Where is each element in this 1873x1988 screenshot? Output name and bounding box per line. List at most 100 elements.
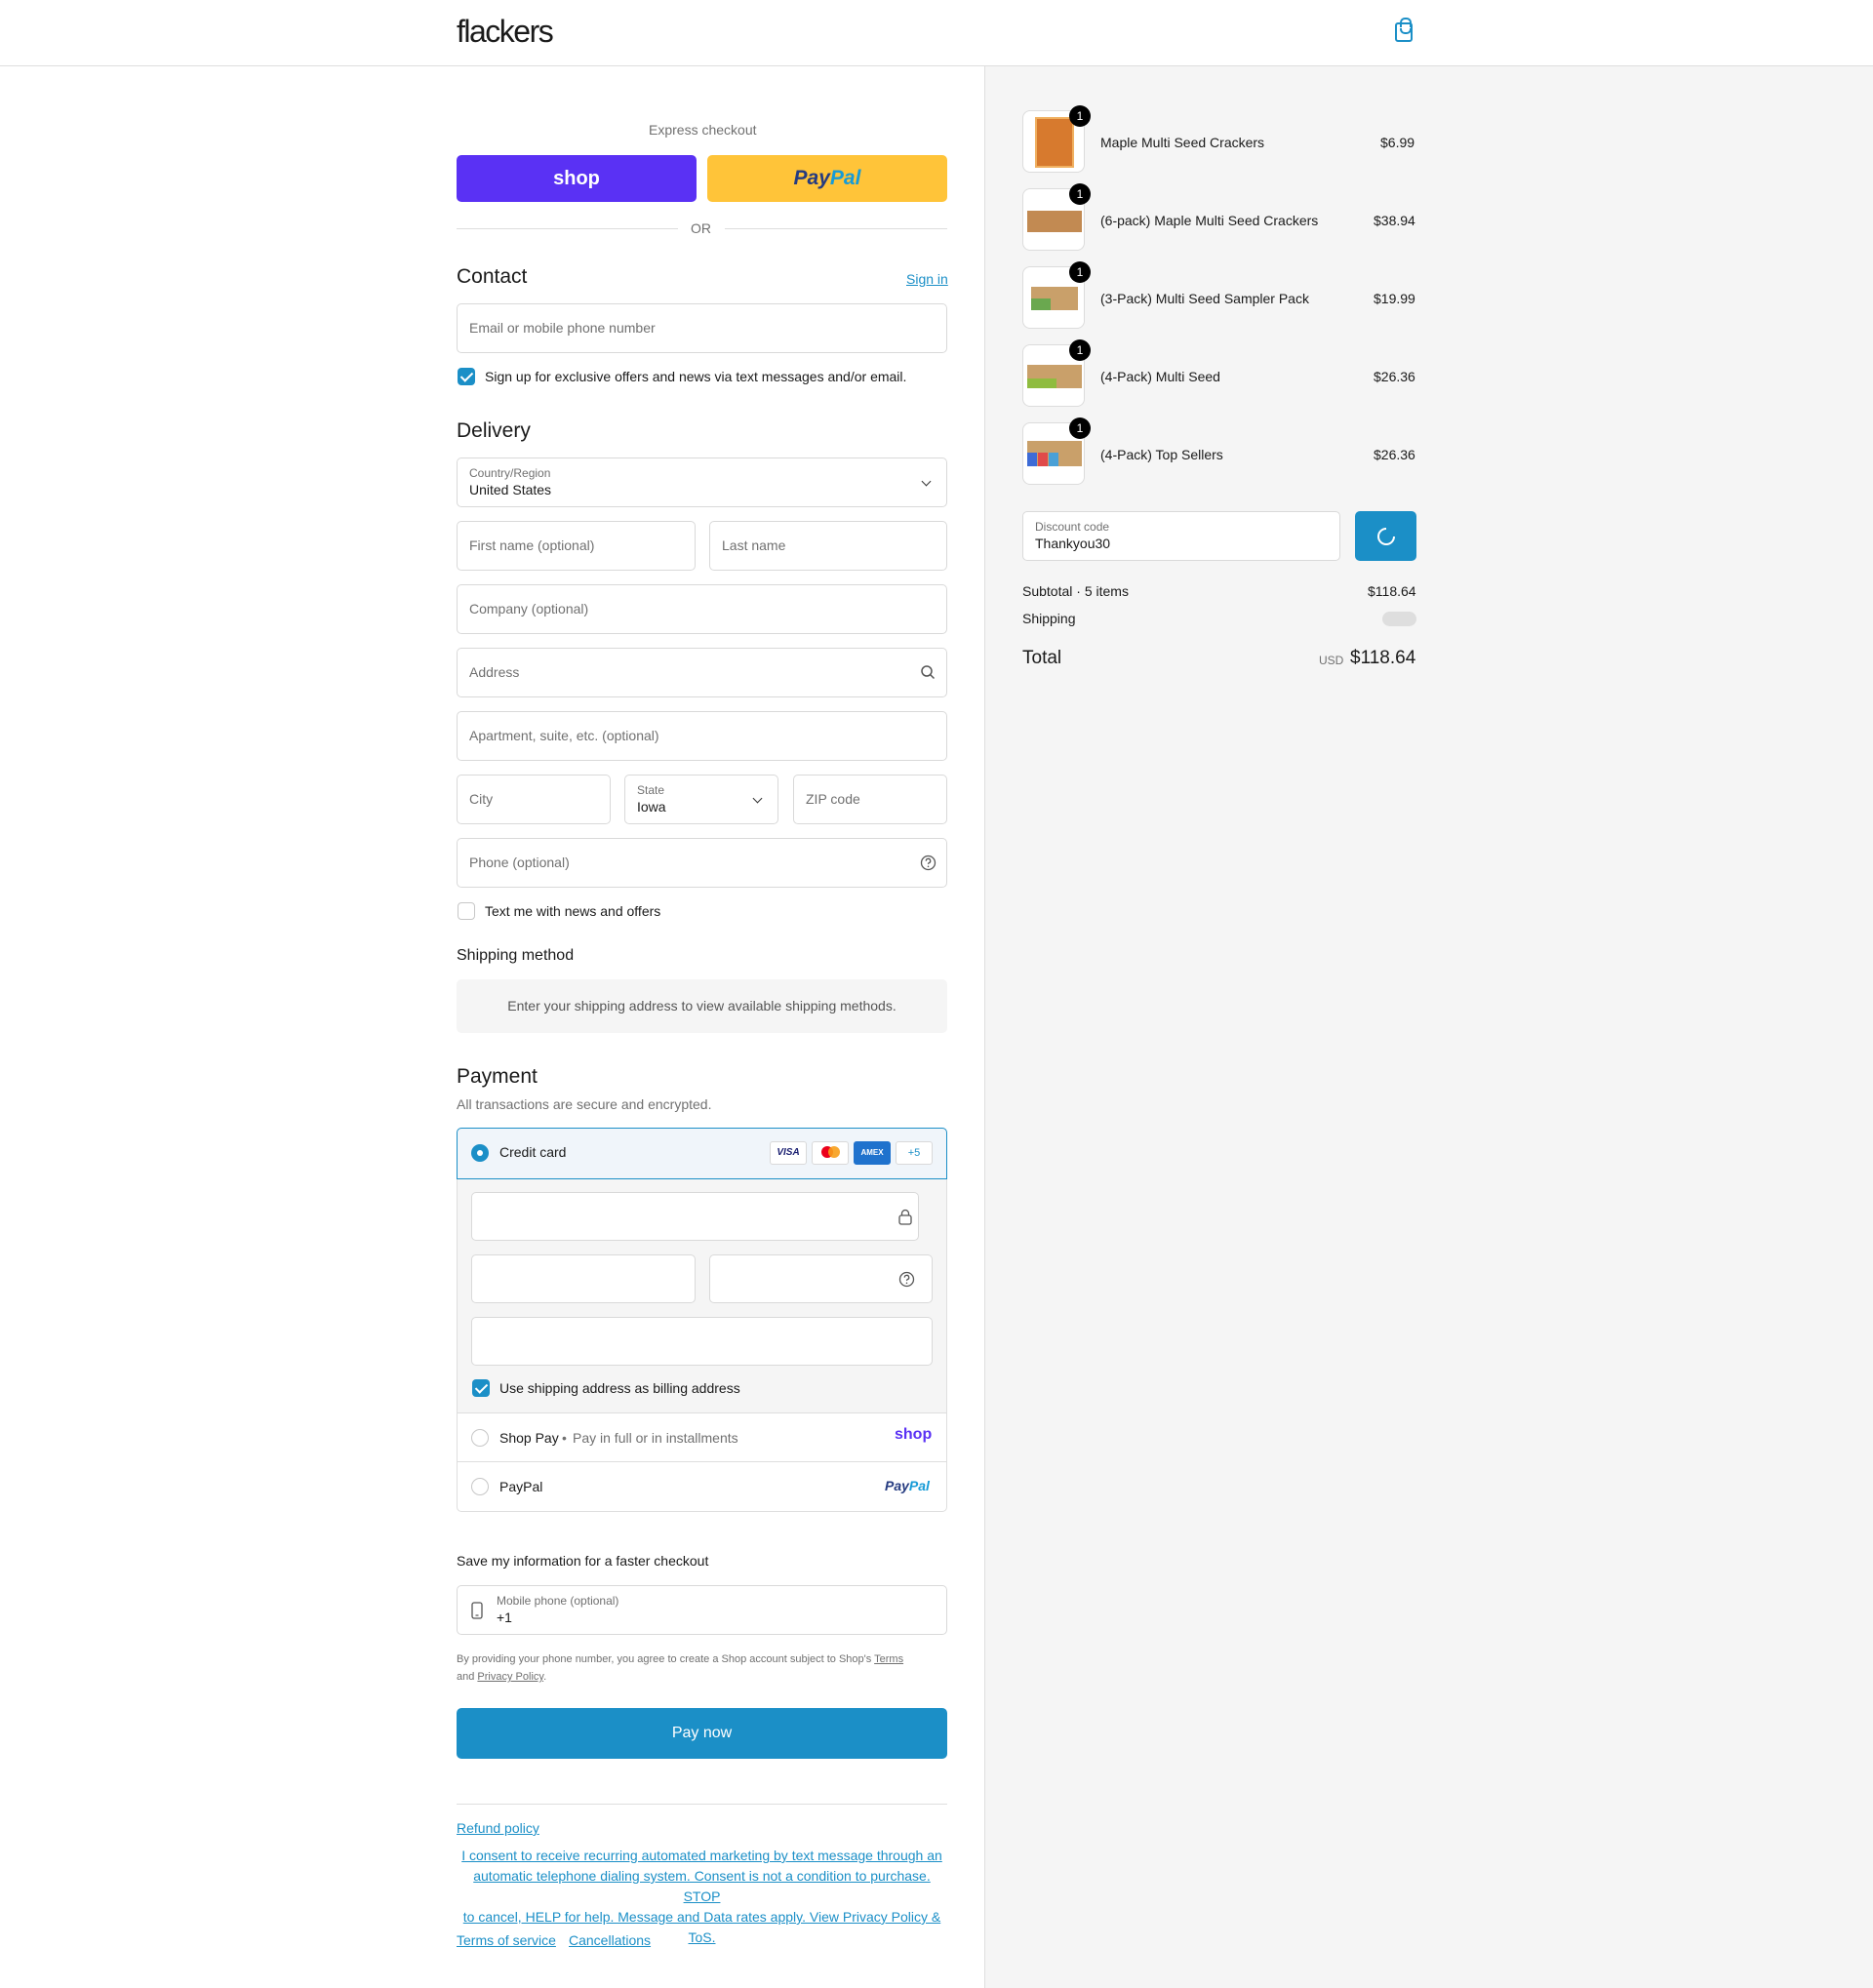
mastercard-icon (812, 1141, 849, 1165)
lock-icon (898, 1209, 912, 1225)
company-placeholder: Company (optional) (469, 601, 589, 616)
help-icon[interactable] (920, 855, 936, 871)
phone-field[interactable]: Phone (optional) (457, 838, 947, 888)
sign-in-link[interactable]: Sign in (906, 271, 948, 287)
quantity-badge: 1 (1069, 339, 1091, 361)
shop-terms-link[interactable]: Terms (874, 1653, 903, 1665)
footer-divider (457, 1804, 947, 1805)
country-select[interactable]: Country/Region United States (457, 457, 947, 507)
order-summary (984, 66, 1873, 1988)
email-placeholder: Email or mobile phone number (469, 320, 656, 336)
text-me-checkbox[interactable] (458, 902, 475, 920)
mobile-phone-field[interactable]: Mobile phone (optional) +1 (457, 1585, 947, 1635)
first-name-field[interactable]: First name (optional) (457, 521, 696, 571)
consent-line: I consent to receive recurring automated… (461, 1848, 942, 1863)
city-placeholder: City (469, 791, 494, 807)
shop-logo: shop (553, 168, 600, 189)
address-field[interactable]: Address (457, 648, 947, 697)
divider-right (725, 228, 947, 229)
mobile-phone-icon (471, 1602, 483, 1619)
pay-now-button[interactable]: Pay now (457, 1708, 947, 1759)
discount-code-field[interactable]: Discount code Thankyou30 (1022, 511, 1340, 561)
billing-checkbox[interactable] (472, 1379, 490, 1397)
payment-subtitle: All transactions are secure and encrypte… (457, 1096, 712, 1112)
apartment-placeholder: Apartment, suite, etc. (optional) (469, 728, 659, 743)
consent-line: to cancel, HELP for help. Message and Da… (462, 1909, 941, 1925)
text-me-label: Text me with news and offers (485, 903, 661, 919)
shipping-notice: Enter your shipping address to view avai… (457, 979, 947, 1033)
item-price: $26.36 (1374, 447, 1415, 462)
chevron-down-icon (921, 476, 932, 487)
contact-title: Contact (457, 265, 528, 288)
shop-pay-label: Shop Pay (499, 1430, 559, 1446)
paypal-radio[interactable] (471, 1478, 489, 1495)
consent-line: automatic telephone dialing system. Cons… (473, 1868, 931, 1904)
item-name: Maple Multi Seed Crackers (1100, 135, 1265, 150)
last-name-field[interactable]: Last name (709, 521, 947, 571)
card-number-field[interactable] (471, 1192, 919, 1241)
refund-policy-link[interactable]: Refund policy (457, 1820, 539, 1836)
search-icon (921, 665, 936, 680)
country-value: United States (469, 482, 552, 497)
cancellations-link[interactable]: Cancellations (569, 1932, 651, 1948)
card-form: Use shipping address as billing address (458, 1179, 946, 1413)
first-name-placeholder: First name (optional) (469, 537, 595, 553)
item-name: (4-Pack) Multi Seed (1100, 369, 1220, 384)
item-price: $38.94 (1374, 213, 1415, 228)
apply-discount-button[interactable] (1355, 511, 1416, 561)
item-name: (4-Pack) Top Sellers (1100, 447, 1223, 462)
store-logo[interactable]: flackers (457, 14, 554, 50)
disclaimer-period: . (543, 1671, 547, 1683)
total-label: Total (1022, 648, 1062, 668)
mobile-phone-value: +1 (497, 1610, 512, 1625)
apartment-field[interactable]: Apartment, suite, etc. (optional) (457, 711, 947, 761)
zip-placeholder: ZIP code (806, 791, 860, 807)
paypal-option[interactable]: PayPal PayPal (458, 1463, 946, 1511)
paypal-logo-pay: Pay (793, 167, 830, 189)
save-info-title: Save my information for a faster checkou… (457, 1553, 709, 1569)
shop-pay-option[interactable]: Shop Pay • Pay in full or in installment… (458, 1414, 946, 1462)
shop-privacy-link[interactable]: Privacy Policy (477, 1671, 543, 1683)
paypal-logo: PayPal (885, 1478, 930, 1493)
zip-field[interactable]: ZIP code (793, 775, 947, 824)
quantity-badge: 1 (1069, 417, 1091, 439)
shopping-bag-icon[interactable] (1395, 18, 1413, 42)
shop-pay-radio[interactable] (471, 1429, 489, 1447)
credit-card-radio[interactable] (471, 1144, 489, 1162)
email-field[interactable]: Email or mobile phone number (457, 303, 947, 353)
card-name-field[interactable] (471, 1317, 933, 1366)
subtotal-value: $118.64 (1368, 583, 1416, 599)
shop-pay-button[interactable]: shop (457, 155, 697, 202)
shipping-label: Shipping (1022, 611, 1076, 626)
paypal-label: PayPal (499, 1479, 543, 1494)
discount-code-label: Discount code (1035, 520, 1110, 534)
item-price: $6.99 (1380, 135, 1415, 150)
paypal-logo-pal: Pal (829, 167, 861, 189)
company-field[interactable]: Company (optional) (457, 584, 947, 634)
credit-card-option[interactable]: Credit card VISA AMEX +5 (457, 1128, 947, 1179)
terms-of-service-link[interactable]: Terms of service (457, 1932, 556, 1948)
delivery-title: Delivery (457, 419, 531, 442)
last-name-placeholder: Last name (722, 537, 786, 553)
header: flackers (0, 0, 1873, 66)
or-divider: OR (691, 220, 711, 236)
quantity-badge: 1 (1069, 261, 1091, 283)
card-security-code-field[interactable] (709, 1254, 933, 1303)
phone-placeholder: Phone (optional) (469, 855, 570, 870)
state-select[interactable]: State Iowa (624, 775, 778, 824)
shop-pay-logo: shop (895, 1426, 933, 1443)
shop-pay-subtitle: Pay in full or in installments (573, 1430, 738, 1446)
shipping-method-title: Shipping method (457, 947, 575, 964)
item-price: $19.99 (1374, 291, 1415, 306)
paypal-button[interactable]: PayPal (707, 155, 947, 202)
signup-checkbox[interactable] (458, 368, 475, 385)
help-icon[interactable] (898, 1271, 915, 1288)
quantity-badge: 1 (1069, 183, 1091, 205)
discount-code-value: Thankyou30 (1035, 536, 1111, 551)
shipping-value-placeholder (1382, 612, 1416, 626)
country-label: Country/Region (469, 466, 551, 480)
city-field[interactable]: City (457, 775, 611, 824)
signup-label: Sign up for exclusive offers and news vi… (485, 369, 907, 384)
card-expiry-field[interactable] (471, 1254, 696, 1303)
item-price: $26.36 (1374, 369, 1415, 384)
